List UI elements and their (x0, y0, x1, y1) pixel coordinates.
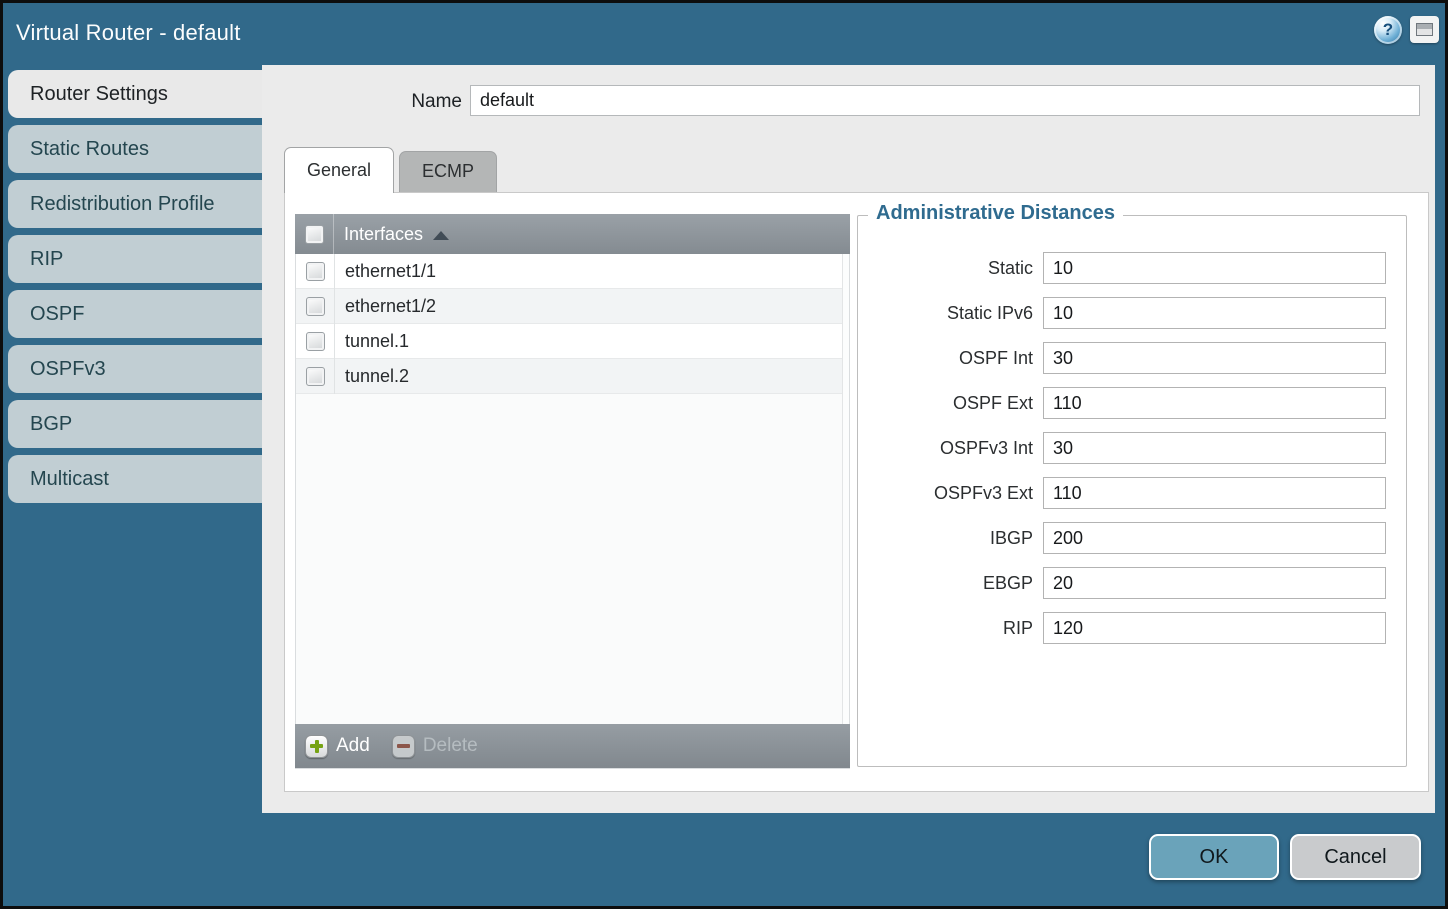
sidebar: Router Settings Static Routes Redistribu… (8, 70, 262, 503)
tab-ecmp[interactable]: ECMP (399, 151, 497, 192)
help-glyph: ? (1383, 20, 1393, 40)
add-button-label: Add (336, 735, 370, 757)
field-label: Static (858, 258, 1043, 279)
add-button[interactable]: Add (305, 735, 370, 758)
rip-distance-input[interactable] (1043, 612, 1386, 644)
content-panel: Name General ECMP Interfaces (262, 65, 1435, 813)
ok-button-label: OK (1200, 846, 1229, 869)
table-row[interactable]: ethernet1/1 (296, 254, 843, 289)
header-checkbox-cell (295, 214, 334, 254)
dialog-titlebar: Virtual Router - default ? (3, 3, 1445, 65)
row-checkbox-cell (296, 359, 335, 394)
interfaces-column-header[interactable]: Interfaces (295, 214, 850, 254)
interfaces-header-label: Interfaces (344, 224, 423, 245)
ospf-ext-distance-input[interactable] (1043, 387, 1386, 419)
table-footer-toolbar: Add Delete (295, 724, 850, 768)
sort-ascending-icon (433, 231, 449, 240)
ospf-int-distance-input[interactable] (1043, 342, 1386, 374)
name-field-label: Name (352, 91, 462, 113)
table-row[interactable]: ethernet1/2 (296, 289, 843, 324)
sidebar-item-bgp[interactable]: BGP (8, 400, 262, 448)
sidebar-item-label: Multicast (30, 468, 109, 490)
field-label: OSPF Ext (858, 393, 1043, 414)
field-row-ospf-int: OSPF Int (858, 342, 1406, 374)
row-checkbox[interactable] (306, 332, 325, 351)
field-label: OSPFv3 Int (858, 438, 1043, 459)
field-label: OSPF Int (858, 348, 1043, 369)
window-pane (1416, 23, 1433, 36)
table-scrollbar-track[interactable] (842, 254, 849, 724)
field-row-ibgp: IBGP (858, 522, 1406, 554)
window-restore-icon[interactable] (1410, 16, 1439, 43)
window-pane-titlebar (1417, 24, 1432, 29)
static-ipv6-distance-input[interactable] (1043, 297, 1386, 329)
help-icon[interactable]: ? (1374, 16, 1402, 44)
row-checkbox[interactable] (306, 262, 325, 281)
dialog-title: Virtual Router - default (16, 3, 241, 63)
field-row-static: Static (858, 252, 1406, 284)
sidebar-item-static-routes[interactable]: Static Routes (8, 125, 262, 173)
field-label: OSPFv3 Ext (858, 483, 1043, 504)
ospfv3-ext-distance-input[interactable] (1043, 477, 1386, 509)
administrative-distances-fields: Static Static IPv6 OSPF Int OSPF Ext (858, 252, 1406, 657)
sidebar-item-label: BGP (30, 413, 72, 435)
interface-name: tunnel.2 (345, 366, 409, 387)
administrative-distances-legend: Administrative Distances (868, 202, 1123, 225)
sidebar-item-router-settings[interactable]: Router Settings (8, 70, 262, 118)
ibgp-distance-input[interactable] (1043, 522, 1386, 554)
table-row[interactable]: tunnel.2 (296, 359, 843, 394)
sidebar-item-label: Static Routes (30, 138, 149, 160)
row-checkbox-cell (296, 254, 335, 289)
sidebar-item-label: RIP (30, 248, 63, 270)
table-row[interactable]: tunnel.1 (296, 324, 843, 359)
ebgp-distance-input[interactable] (1043, 567, 1386, 599)
static-distance-input[interactable] (1043, 252, 1386, 284)
sidebar-item-label: OSPF (30, 303, 84, 325)
select-all-checkbox[interactable] (305, 225, 324, 244)
field-label: IBGP (858, 528, 1043, 549)
sidebar-item-redistribution-profile[interactable]: Redistribution Profile (8, 180, 262, 228)
field-row-ospf-ext: OSPF Ext (858, 387, 1406, 419)
row-checkbox[interactable] (306, 367, 325, 386)
field-label: Static IPv6 (858, 303, 1043, 324)
row-checkbox-cell (296, 324, 335, 359)
sidebar-item-multicast[interactable]: Multicast (8, 455, 262, 503)
field-row-static-ipv6: Static IPv6 (858, 297, 1406, 329)
administrative-distances-fieldset: Administrative Distances Static Static I… (857, 215, 1407, 767)
row-checkbox-cell (296, 289, 335, 324)
sidebar-item-ospfv3[interactable]: OSPFv3 (8, 345, 262, 393)
field-label: RIP (858, 618, 1043, 639)
virtual-router-dialog: Virtual Router - default ? Router Settin… (0, 0, 1448, 909)
ok-button[interactable]: OK (1149, 834, 1279, 880)
field-row-ebgp: EBGP (858, 567, 1406, 599)
plus-icon (305, 735, 328, 758)
cancel-button-label: Cancel (1324, 846, 1386, 869)
field-label: EBGP (858, 573, 1043, 594)
tab-general[interactable]: General (284, 147, 394, 193)
sidebar-item-label: Redistribution Profile (30, 193, 215, 215)
delete-button[interactable]: Delete (392, 735, 478, 758)
tab-label: General (307, 160, 371, 180)
interface-name: ethernet1/2 (345, 296, 436, 317)
tab-label: ECMP (422, 161, 474, 181)
general-tab-panel: Interfaces ethernet1/1 ethernet1/2 (284, 192, 1429, 792)
interfaces-table: Interfaces ethernet1/1 ethernet1/2 (295, 214, 850, 769)
ospfv3-int-distance-input[interactable] (1043, 432, 1386, 464)
interface-name: tunnel.1 (345, 331, 409, 352)
sidebar-item-rip[interactable]: RIP (8, 235, 262, 283)
sidebar-item-ospf[interactable]: OSPF (8, 290, 262, 338)
name-input[interactable] (470, 85, 1420, 116)
field-row-rip: RIP (858, 612, 1406, 644)
field-row-ospfv3-int: OSPFv3 Int (858, 432, 1406, 464)
sidebar-item-label: Router Settings (30, 83, 168, 105)
minus-icon (392, 735, 415, 758)
delete-button-label: Delete (423, 735, 478, 757)
row-checkbox[interactable] (306, 297, 325, 316)
interface-name: ethernet1/1 (345, 261, 436, 282)
cancel-button[interactable]: Cancel (1290, 834, 1421, 880)
sidebar-item-label: OSPFv3 (30, 358, 106, 380)
field-row-ospfv3-ext: OSPFv3 Ext (858, 477, 1406, 509)
